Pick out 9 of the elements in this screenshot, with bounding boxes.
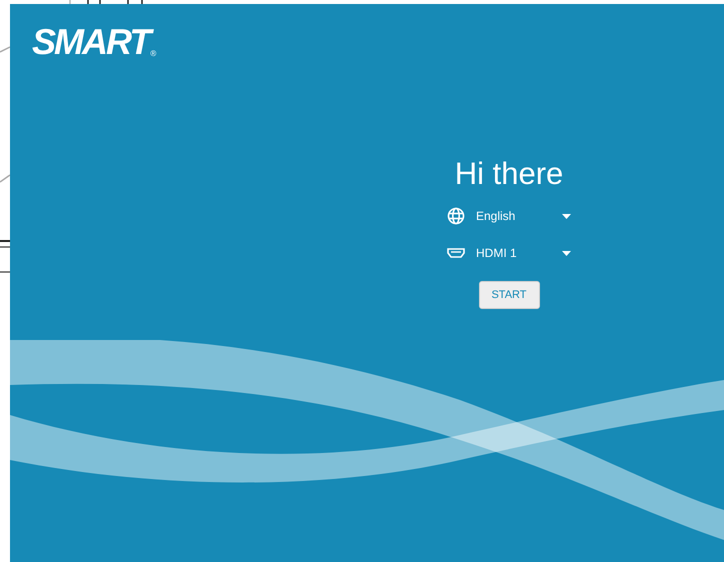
caret-icon (562, 214, 571, 218)
caret-icon (562, 250, 571, 256)
globe-icon (447, 207, 465, 225)
brand-logo: SMART® (32, 24, 156, 60)
dropdown-select[interactable]: English (447, 204, 571, 228)
hdmi-port-icon (447, 248, 465, 258)
start-button[interactable]: START (478, 281, 540, 309)
dropdown-select[interactable]: HDMI 1 (447, 241, 571, 265)
greeting-heading: Hi there (454, 155, 564, 193)
